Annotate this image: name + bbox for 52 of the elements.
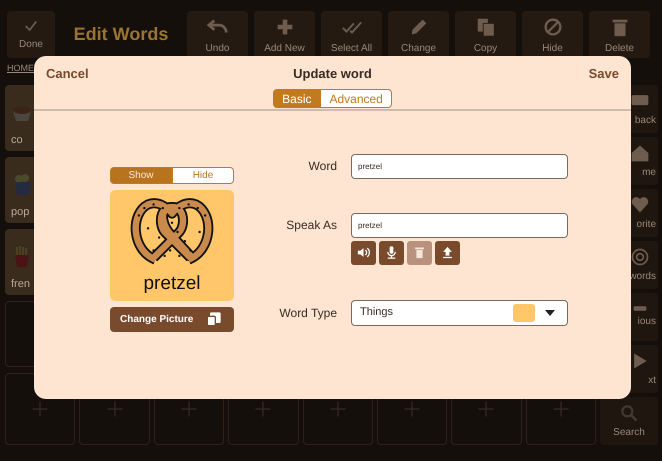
input-field[interactable]: pretzel (351, 154, 568, 178)
toolbar-button[interactable]: Undo (187, 11, 248, 58)
audio-button[interactable] (435, 240, 460, 264)
search-icon (619, 402, 639, 422)
toggle-option[interactable]: Hide (172, 166, 234, 184)
field-label: Speak As (286, 217, 337, 234)
plus-icon (180, 400, 198, 418)
card-label: pretzel (143, 272, 201, 296)
target-icon (630, 246, 650, 266)
toolbar-button[interactable]: Delete (589, 11, 650, 58)
tile-label: pop (11, 204, 30, 220)
microphone-icon (384, 245, 399, 260)
dialog-title: Update word (293, 65, 372, 83)
plus-icon (328, 400, 347, 418)
toolbar-button[interactable]: Copy (455, 11, 516, 58)
select-value: Things (360, 305, 394, 320)
breadcrumb-link[interactable]: HOME (7, 62, 34, 80)
input-field[interactable]: pretzel (351, 212, 568, 238)
done-button[interactable]: Done (7, 11, 55, 58)
plus-icon (552, 400, 570, 418)
tab[interactable]: Basic (273, 88, 320, 108)
plus-icon (403, 400, 422, 418)
tab[interactable]: Advanced (320, 88, 392, 108)
speaker-icon (356, 245, 371, 260)
image-swap-icon (206, 311, 222, 327)
caret-icon (545, 310, 555, 316)
home-icon (630, 142, 650, 162)
plus-icon (31, 400, 50, 418)
toolbar-button[interactable]: Select All (321, 11, 382, 58)
plus-icon (106, 400, 124, 418)
field-label: Word Type (279, 304, 337, 322)
tile-label: fren (11, 276, 31, 292)
sidebar-button[interactable]: Search (600, 397, 658, 445)
ban-icon (542, 16, 564, 38)
toolbar-button[interactable]: Add New (254, 11, 315, 58)
audio-button[interactable] (351, 240, 376, 264)
plus-icon (477, 400, 496, 418)
toggle-option[interactable]: Show (110, 166, 172, 184)
trash-icon (412, 245, 427, 260)
save-button[interactable]: Save (588, 64, 619, 84)
upload-icon (440, 245, 455, 260)
toolbar-button[interactable]: Hide (522, 11, 583, 58)
word-type-select[interactable]: Things (351, 300, 568, 326)
plus-icon (254, 400, 272, 418)
field-label: Word (308, 158, 337, 175)
change-picture-button[interactable]: Change Picture (110, 306, 234, 332)
toolbar-button[interactable]: Change (388, 11, 449, 58)
screen-title: Edit Words (74, 23, 168, 46)
heart-icon (630, 194, 650, 214)
audio-button[interactable] (379, 240, 404, 264)
cancel-button[interactable]: Cancel (46, 64, 89, 84)
tile-label: co (11, 132, 24, 148)
